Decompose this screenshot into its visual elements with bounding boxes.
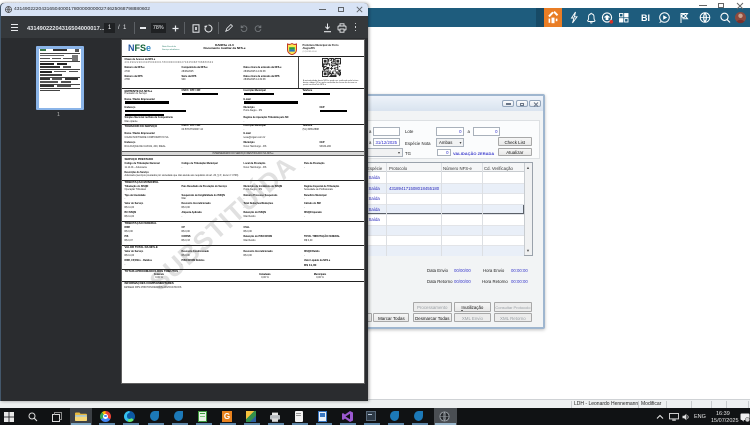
svg-text:BI: BI bbox=[641, 13, 650, 23]
